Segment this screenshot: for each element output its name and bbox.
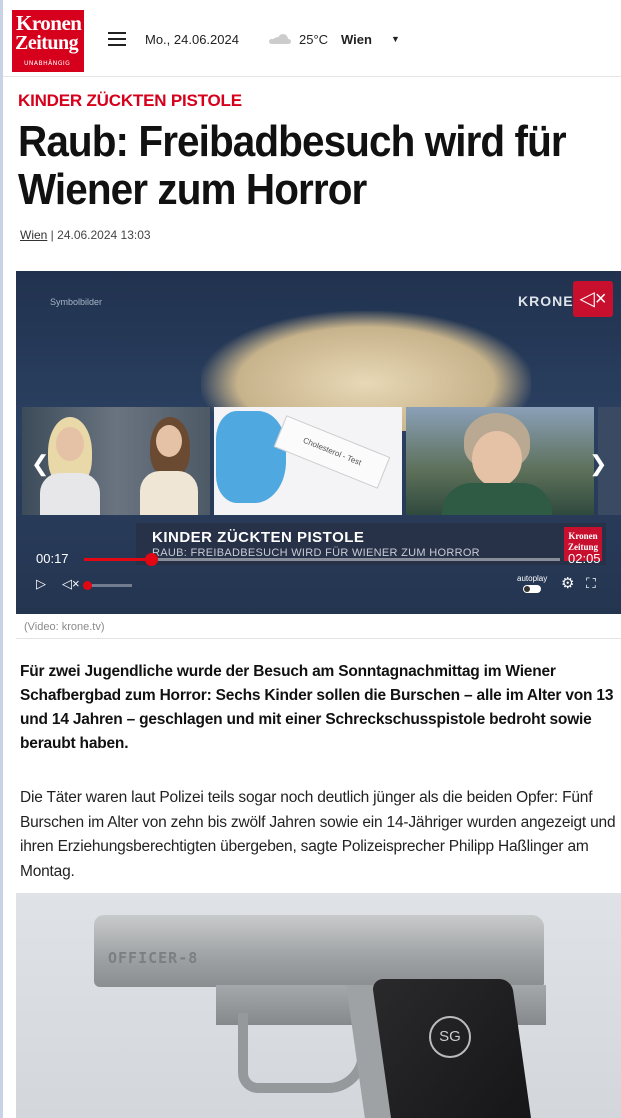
glove-image [216, 411, 286, 503]
play-icon[interactable]: ▷ [36, 576, 46, 592]
mute-icon[interactable]: ◁× [62, 576, 80, 592]
fullscreen-icon[interactable]: ⛶ [586, 575, 598, 592]
header-temperature: 25°C [299, 32, 329, 47]
article-meta: Wien | 24.06.2024 13:03 [20, 228, 151, 242]
meta-datetime: 24.06.2024 13:03 [57, 228, 151, 242]
video-thumbnail[interactable]: Cholesterol - Test [214, 407, 402, 515]
unmute-icon[interactable]: ◁× [573, 281, 613, 317]
autoplay-label: autoplay [517, 574, 548, 583]
video-caption: (Video: krone.tv) [24, 621, 105, 633]
chevron-left-icon[interactable]: ❮ [31, 451, 49, 477]
kronen-zeitung-logo[interactable]: Kronen Zeitung UNABHÄNGIG [12, 10, 84, 72]
progress-fill [84, 558, 151, 561]
volume-handle[interactable] [83, 581, 92, 590]
video-player[interactable]: Symbolbilder KRONE ◁× Cholesterol - Test [16, 271, 621, 614]
pistol-engraving: OFFICER-8 [108, 949, 199, 967]
pistol-grip-badge: SG [429, 1016, 471, 1058]
video-current-time: 00:17 [36, 551, 69, 566]
divider [16, 638, 621, 639]
menu-icon[interactable] [108, 32, 126, 46]
video-channel-logo: KRONE [518, 293, 574, 309]
cloud-icon [269, 34, 291, 44]
video-thumbnail[interactable] [406, 407, 594, 515]
article-headline: Raub: Freibadbesuch wird für Wiener zum … [18, 117, 567, 214]
meta-city-link[interactable]: Wien [20, 228, 47, 242]
thumbnail-label: Cholesterol - Test [273, 415, 391, 489]
article-body-paragraph: Die Täter waren laut Polizei teils sogar… [20, 789, 616, 880]
logo-line2: Zeitung [15, 32, 79, 54]
chevron-down-icon[interactable]: ▼ [391, 34, 400, 44]
gear-icon[interactable]: ⚙ [561, 574, 574, 592]
article-lead: Für zwei Jugendliche wurde der Besuch am… [20, 663, 614, 752]
site-header: Kronen Zeitung UNABHÄNGIG Mo., 24.06.202… [3, 0, 621, 77]
video-thumbnail[interactable] [22, 407, 210, 515]
city-selector[interactable]: Wien [341, 32, 372, 47]
video-symbol-label: Symbolbilder [50, 297, 103, 307]
lower-third-title: KINDER ZÜCKTEN PISTOLE [152, 529, 365, 546]
article-kicker: KINDER ZÜCKTEN PISTOLE [18, 91, 242, 110]
pistol-trigger-guard [238, 1013, 368, 1093]
meta-separator: | [47, 228, 58, 242]
logo-tagline: UNABHÄNGIG [24, 60, 71, 67]
video-progress-bar[interactable] [84, 553, 560, 566]
volume-slider[interactable] [83, 581, 132, 590]
video-duration: 02:05 [568, 551, 601, 566]
autoplay-toggle[interactable]: autoplay [517, 574, 547, 593]
video-thumbnail-strip: Cholesterol - Test ❮ ❯ [16, 407, 621, 515]
header-date: Mo., 24.06.2024 [145, 32, 239, 47]
article-photo[interactable]: OFFICER-8 SG [16, 893, 621, 1118]
logo-line1: Kronen [16, 11, 82, 35]
progress-handle[interactable] [144, 553, 158, 566]
page: Kronen Zeitung UNABHÄNGIG Mo., 24.06.202… [3, 0, 621, 1118]
chevron-right-icon[interactable]: ❯ [589, 451, 607, 477]
